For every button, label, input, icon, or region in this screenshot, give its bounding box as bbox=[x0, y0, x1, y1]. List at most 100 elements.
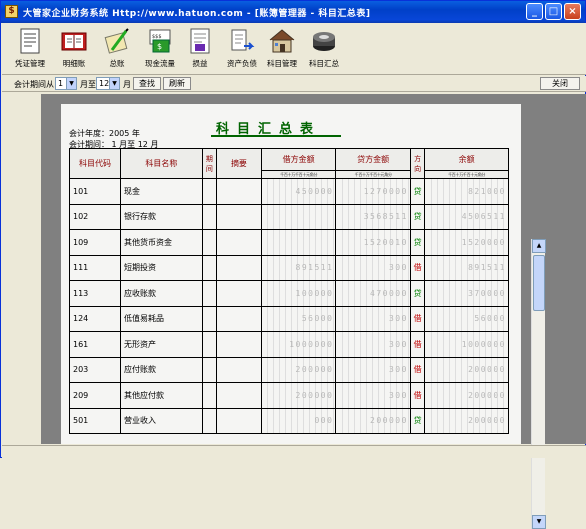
cell-summary bbox=[215, 254, 262, 281]
cell-debit: 200000 bbox=[260, 356, 337, 383]
cell-balance: 200000 bbox=[424, 407, 509, 434]
cell-period bbox=[201, 382, 217, 409]
cell-debit: 56000 bbox=[260, 305, 337, 332]
cell-debit: 000 bbox=[260, 407, 337, 434]
col-header-credit: 贷方金额 bbox=[335, 148, 411, 171]
cashflow-icon: $$$ $ bbox=[145, 26, 175, 56]
cell-code: 109 bbox=[68, 229, 122, 256]
toolbar-button-8[interactable]: 科目汇总 bbox=[302, 25, 346, 73]
cell-balance: 1000000 bbox=[424, 331, 509, 358]
maximize-button[interactable]: □ bbox=[545, 3, 562, 20]
chevron-down-icon[interactable]: ▼ bbox=[109, 78, 119, 89]
refresh-button[interactable]: 刷新 bbox=[163, 77, 191, 90]
svg-text:$: $ bbox=[157, 42, 162, 51]
svg-text:$$$: $$$ bbox=[152, 34, 162, 40]
toolbar-button-1[interactable]: 凭证管理 bbox=[8, 25, 52, 73]
title-underline bbox=[211, 135, 341, 137]
table-row[interactable]: 161 无形资产 1000000 300 借 1000000 bbox=[68, 331, 509, 358]
table-row[interactable]: 101 现金 450000 1270000 贷 821000 bbox=[68, 178, 509, 205]
scroll-thumb[interactable] bbox=[533, 255, 545, 311]
cell-summary bbox=[215, 178, 262, 205]
voucher-icon bbox=[15, 26, 45, 56]
profit-loss-icon bbox=[185, 26, 215, 56]
report-page: 科目汇总表 会计年度：2005 年 会计期间： 1 月至 12 月 科目代码 科… bbox=[61, 104, 521, 444]
cell-direction: 借 bbox=[409, 331, 426, 358]
cell-balance: 200000 bbox=[424, 356, 509, 383]
chevron-down-icon[interactable]: ▼ bbox=[66, 78, 76, 89]
col-header-code: 科目代码 bbox=[68, 148, 122, 179]
cell-code: 101 bbox=[68, 178, 122, 205]
close-report-button[interactable]: 关闭 bbox=[540, 77, 580, 90]
cell-account-name: 现金 bbox=[120, 178, 203, 205]
scroll-up-icon[interactable]: ▲ bbox=[532, 239, 546, 253]
cell-account-name: 银行存款 bbox=[120, 203, 203, 230]
toolbar-button-3[interactable]: 总账 bbox=[95, 25, 139, 73]
toolbar-label: 现金流量 bbox=[145, 59, 175, 68]
cell-code: 161 bbox=[68, 331, 122, 358]
query-button[interactable]: 查找 bbox=[133, 77, 161, 90]
table-body: 101 现金 450000 1270000 贷 821000 102 银行存款 3568511 贷… bbox=[68, 178, 509, 434]
table-row[interactable]: 203 应付账款 200000 300 借 200000 bbox=[68, 356, 509, 383]
balance-digit-header: 千百十万千百十元角分 bbox=[424, 170, 509, 179]
toolbar-button-2[interactable]: 明细账 bbox=[52, 25, 96, 73]
toolbar-button-7[interactable]: 科目管理 bbox=[260, 25, 304, 73]
period-from-label: 会计期间从 bbox=[14, 80, 54, 89]
cell-account-name: 营业收入 bbox=[120, 407, 203, 434]
cell-credit: 300 bbox=[335, 254, 411, 281]
toolbar-label: 损益 bbox=[192, 59, 208, 68]
cell-direction: 贷 bbox=[409, 407, 426, 434]
cell-code: 111 bbox=[68, 254, 122, 281]
cell-direction: 借 bbox=[409, 382, 426, 409]
cell-account-name: 其他应付款 bbox=[120, 382, 203, 409]
cell-account-name: 其他货币资金 bbox=[120, 229, 203, 256]
scroll-down-icon[interactable]: ▼ bbox=[532, 515, 546, 529]
toolbar: 凭证管理 明细账 总账 $$$ $ 现金流量 损益 资产负债 科目管理 科目汇总 bbox=[2, 23, 586, 75]
cell-direction: 借 bbox=[409, 356, 426, 383]
table-row[interactable]: 209 其他应付款 200000 300 借 200000 bbox=[68, 382, 509, 409]
toolbar-button-5[interactable]: 损益 bbox=[178, 25, 222, 73]
table-row[interactable]: 113 应收账款 100000 470000 贷 370000 bbox=[68, 280, 509, 307]
cell-period bbox=[201, 203, 217, 230]
fiscal-year: 会计年度：2005 年 bbox=[69, 129, 140, 138]
cell-code: 124 bbox=[68, 305, 122, 332]
cell-credit: 300 bbox=[335, 305, 411, 332]
app-icon: $ bbox=[5, 5, 18, 18]
cell-debit: 200000 bbox=[260, 382, 337, 409]
toolbar-label: 总账 bbox=[109, 59, 125, 68]
table-row[interactable]: 109 其他货币资金 1520010 贷 1520000 bbox=[68, 229, 509, 256]
toolbar-button-4[interactable]: $$$ $ 现金流量 bbox=[138, 25, 182, 73]
cell-code: 102 bbox=[68, 203, 122, 230]
period-to-select[interactable]: 12 ▼ bbox=[96, 77, 120, 90]
cell-code: 501 bbox=[68, 407, 122, 434]
vertical-scrollbar[interactable]: ▲ ▼ bbox=[531, 239, 546, 529]
cell-code: 203 bbox=[68, 356, 122, 383]
toolbar-button-6[interactable]: 资产负债 bbox=[220, 25, 264, 73]
cell-debit bbox=[260, 203, 337, 230]
table-row[interactable]: 102 银行存款 3568511 贷 4506511 bbox=[68, 203, 509, 230]
cell-summary bbox=[215, 280, 262, 307]
title-bar[interactable]: $ 大管家企业财务系统 Http://www.hatuon.com - [账簿管… bbox=[1, 1, 585, 23]
cell-summary bbox=[215, 203, 262, 230]
month-label: 月 bbox=[123, 80, 131, 89]
cell-summary bbox=[215, 356, 262, 383]
table-row[interactable]: 124 低值易耗品 56000 300 借 56000 bbox=[68, 305, 509, 332]
house-icon bbox=[267, 26, 297, 56]
table-row[interactable]: 111 短期投资 891511 300 借 891511 bbox=[68, 254, 509, 281]
table-row[interactable]: 501 营业收入 000 200000 贷 200000 bbox=[68, 407, 509, 434]
cell-direction: 借 bbox=[409, 254, 426, 281]
cell-direction: 贷 bbox=[409, 178, 426, 205]
minimize-button[interactable]: _ bbox=[526, 3, 543, 20]
col-header-summary: 摘要 bbox=[215, 148, 262, 179]
toolbar-label: 科目汇总 bbox=[309, 59, 339, 68]
cell-direction: 贷 bbox=[409, 280, 426, 307]
period-from-select[interactable]: 1 ▼ bbox=[55, 77, 77, 90]
col-header-balance: 余额 bbox=[424, 148, 509, 171]
cell-summary bbox=[215, 382, 262, 409]
cell-direction: 借 bbox=[409, 305, 426, 332]
cell-balance: 1520000 bbox=[424, 229, 509, 256]
close-window-button[interactable]: × bbox=[564, 3, 581, 20]
cell-direction: 贷 bbox=[409, 229, 426, 256]
balance-sheet-icon bbox=[227, 26, 257, 56]
cell-code: 113 bbox=[68, 280, 122, 307]
cell-period bbox=[201, 229, 217, 256]
